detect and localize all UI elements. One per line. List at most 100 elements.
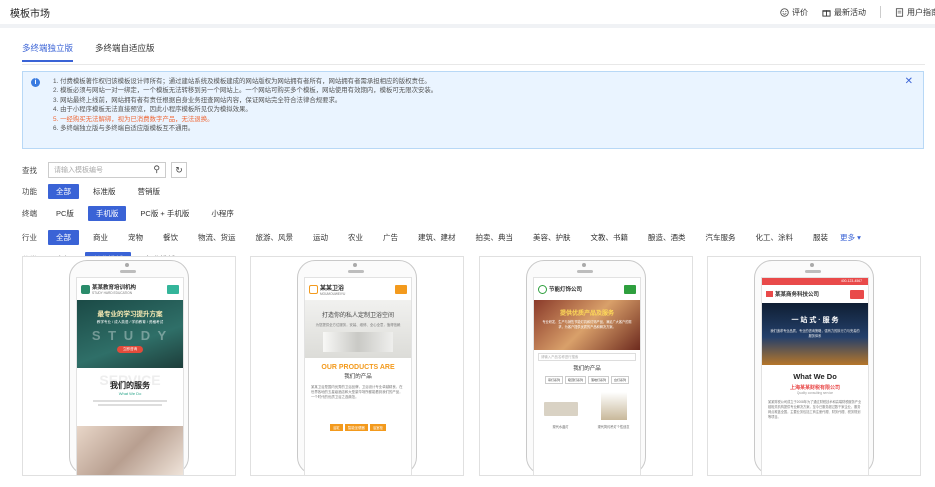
banner-title: 最专业的学习提升方案 xyxy=(97,311,163,318)
speaker-icon xyxy=(120,270,136,273)
template-preview: 某某教育培训机构 STUDY HARD EDUCATION 最专业的学习提升方案 … xyxy=(76,277,184,475)
close-icon[interactable]: ✕ xyxy=(905,76,913,86)
product-name: 现代简约吊灯个性创意 xyxy=(597,425,630,429)
smile-icon xyxy=(780,7,789,17)
banner-overlay-text: S T U D Y xyxy=(91,328,169,343)
chip: 落地灯系列 xyxy=(588,376,610,384)
logo-icon xyxy=(81,284,90,294)
camera-icon xyxy=(353,263,357,267)
preview-banner: 最专业的学习提升方案 教学专业 / 成人英语 / 学前教育 / 资格考试 S T… xyxy=(77,300,183,368)
industry-option[interactable]: 文教、书籍 xyxy=(583,230,637,245)
industry-option[interactable]: 餐饮 xyxy=(155,230,186,245)
preview-services: SERVICE 我们的服务 What We Do xyxy=(77,368,183,426)
camera-icon xyxy=(810,263,814,267)
banner-title: 一 站 式 · 服 务 xyxy=(791,317,839,324)
industry-option[interactable]: 全部 xyxy=(48,230,79,245)
category-button: 浴室柜 xyxy=(369,424,386,431)
section-title-en: OUR PRODUCTS ARE xyxy=(321,364,395,371)
preview-banner: 一 站 式 · 服 务 我们追求专业品质，专业的咨询策略，强有力的执行力与完善的… xyxy=(762,303,868,365)
section-title: 我们的产品 xyxy=(344,374,372,380)
template-card[interactable]: 节能灯饰公司 提供优质产品及服务 专业研发、生产与销售节能灯具和灯饰产品，满足广… xyxy=(479,256,693,476)
industry-option[interactable]: 农业 xyxy=(340,230,371,245)
terminal-option-mobile[interactable]: 手机版 xyxy=(87,206,127,221)
preview-chips: 吊灯系列 吸顶灯系列 落地灯系列 台灯系列 xyxy=(534,376,640,384)
industry-option[interactable]: 运动 xyxy=(305,230,336,245)
section-body: 某某卫浴是国内优秀的卫浴品牌，卫浴设计专业卓越精良，在世界各地的五星级酒店和大型… xyxy=(311,385,403,399)
phone-mockup: 400-123-4567 某某商务科技公司 一 站 式 · 服 务 我们追求专业… xyxy=(754,260,874,475)
industry-option[interactable]: 旅游、风景 xyxy=(248,230,302,245)
banner-sub: 教学专业 / 成人英语 / 学前教育 / 资格考试 xyxy=(96,320,164,324)
section-subtitle: What We Do xyxy=(118,391,142,396)
camera-icon xyxy=(582,263,586,267)
industry-option[interactable]: 酿造、酒类 xyxy=(640,230,694,245)
notice-box: i 1. 付费模板著作权归该模板设计师所有；通过建站系统及模板建成的网站版权为网… xyxy=(22,71,924,149)
more-label: 更多 xyxy=(840,233,855,242)
refresh-icon[interactable]: ↻ xyxy=(171,162,187,178)
template-card[interactable]: 400-123-4567 某某商务科技公司 一 站 式 · 服 务 我们追求专业… xyxy=(707,256,921,476)
function-option-standard[interactable]: 标准版 xyxy=(85,184,124,199)
product-grid: 现代水晶灯 现代简约吊灯个性创意 xyxy=(534,392,640,429)
tab-multi-independent[interactable]: 多终端独立版 xyxy=(22,42,74,62)
section-title-en: What We Do xyxy=(793,372,837,381)
section-title: 我们的产品 xyxy=(573,366,601,372)
notice-line: 4. 由于小程序模板无法直接预览，因此小程序模板所见仅为模拟效果。 xyxy=(53,106,252,114)
company-name: 某某教育培训机构 xyxy=(92,285,137,291)
lamp-image xyxy=(543,402,578,416)
industry-option[interactable]: 宠物 xyxy=(120,230,151,245)
company-name: 某某卫浴 xyxy=(320,285,345,292)
industry-option[interactable]: 拍卖、典当 xyxy=(468,230,522,245)
industry-label: 行业 xyxy=(22,233,37,242)
menu-icon xyxy=(850,289,864,299)
terminal-option-pc-mobile[interactable]: PC版 + 手机版 xyxy=(132,206,197,221)
template-card[interactable]: 某某教育培训机构 STUDY HARD EDUCATION 最专业的学习提升方案 … xyxy=(22,256,236,476)
search-icon[interactable]: ⚲ xyxy=(153,164,160,175)
speaker-icon xyxy=(577,270,593,273)
terminal-option-pc[interactable]: PC版 xyxy=(48,206,82,221)
preview-header: 某某卫浴 MOUMOUWEIYU xyxy=(305,278,411,300)
template-card[interactable]: 某某卫浴 MOUMOUWEIYU 打造你的私人定制卫浴空间 为您提供全方位服务，安… xyxy=(250,256,464,476)
search-input[interactable]: 请输入模板编号 ⚲ xyxy=(48,162,166,178)
industry-option[interactable]: 服装 xyxy=(805,230,836,245)
industry-option[interactable]: 商业 xyxy=(85,230,116,245)
section-title: 我们的服务 xyxy=(110,381,150,390)
rate-link[interactable]: 评价 xyxy=(780,7,808,18)
notice-line: 2. 模板必须与网站一对一绑定，一个模板无法转移到另一个网站上。一个网站可购买多… xyxy=(53,87,438,95)
preview-photo xyxy=(77,426,183,475)
speaker-icon xyxy=(805,270,821,273)
preview-search: 请输入产品名称进行搜索 xyxy=(538,353,636,361)
more-industries-link[interactable]: 更多 ▾ xyxy=(840,232,861,243)
terminal-option-miniprogram[interactable]: 小程序 xyxy=(203,206,242,221)
speaker-icon xyxy=(348,270,364,273)
company-sub: MOUMOUWEIYU xyxy=(320,291,346,296)
category-button: 浴缸 xyxy=(330,424,343,431)
preview-header: 某某商务科技公司 xyxy=(762,285,868,303)
chip: 台灯系列 xyxy=(611,376,630,384)
tab-multi-adaptive[interactable]: 多终端自适应版 xyxy=(95,42,155,62)
chip: 吊灯系列 xyxy=(544,376,563,384)
lamp-image xyxy=(600,392,627,420)
bathroom-image xyxy=(323,332,393,352)
industry-option[interactable]: 化工、涂料 xyxy=(748,230,802,245)
industry-filter: 行业 全部 商业 宠物 餐饮 物流、货运 旅游、风景 运动 农业 广告 建筑、建… xyxy=(22,230,861,245)
category-button: 智能坐便器 xyxy=(344,424,368,431)
function-option-marketing[interactable]: 营销版 xyxy=(130,184,169,199)
function-option-all[interactable]: 全部 xyxy=(48,184,79,199)
search-placeholder: 请输入模板编号 xyxy=(54,167,103,174)
industry-option[interactable]: 美容、护肤 xyxy=(525,230,579,245)
banner-sub: 我们追求专业品质，专业的咨询策略，强有力的执行力与完善的服务体系 xyxy=(770,329,860,338)
divider xyxy=(880,6,881,18)
manual-label: 用户指南 xyxy=(907,7,935,17)
news-link[interactable]: 最新活动 xyxy=(822,7,866,18)
industry-option[interactable]: 建筑、建材 xyxy=(410,230,464,245)
manual-link[interactable]: 用户指南 xyxy=(895,7,935,18)
chip: 吸顶灯系列 xyxy=(564,376,586,384)
template-grid: 某某教育培训机构 STUDY HARD EDUCATION 最专业的学习提升方案 … xyxy=(22,256,935,476)
industry-option[interactable]: 广告 xyxy=(375,230,406,245)
top-actions: 评价 最新活动 用户指南 xyxy=(780,0,935,24)
notice-line: 1. 付费模板著作权归该模板设计师所有；通过建站系统及模板建成的网站版权为网站拥… xyxy=(53,78,431,85)
banner-title: 打造你的私人定制卫浴空间 xyxy=(321,313,394,319)
company-sub: STUDY HARD EDUCATION xyxy=(92,291,133,295)
industry-option[interactable]: 物流、货运 xyxy=(190,230,244,245)
preview-buttons: 浴缸 智能坐便器 浴室柜 xyxy=(305,424,411,431)
industry-option[interactable]: 汽车服务 xyxy=(698,230,744,245)
